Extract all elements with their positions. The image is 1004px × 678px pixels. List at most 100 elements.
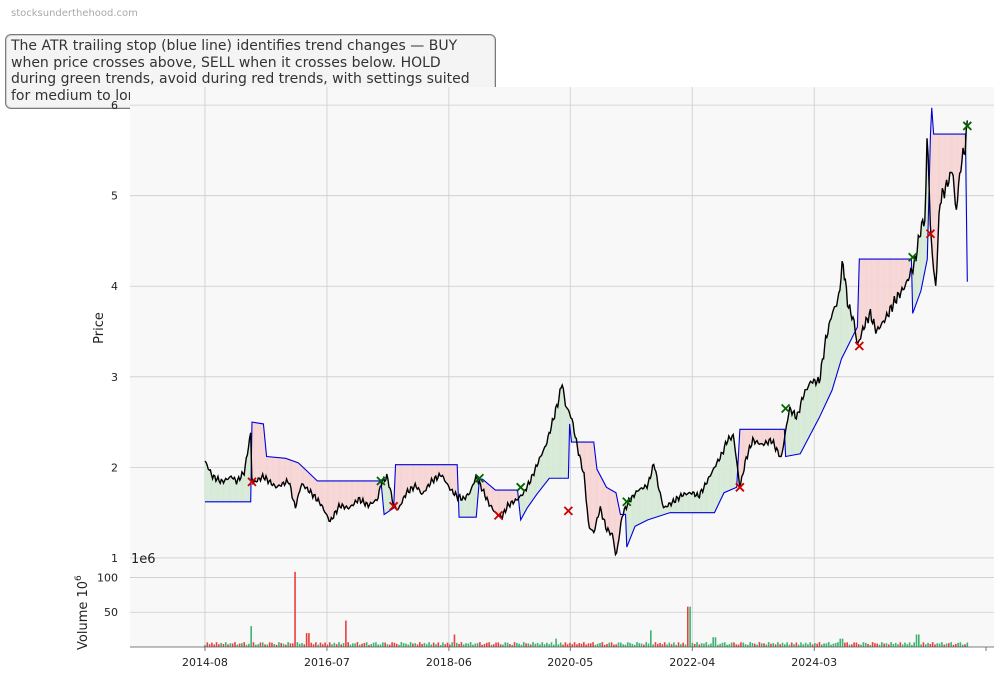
- downtrend-fill: [495, 490, 497, 514]
- volume-bar: [710, 643, 712, 647]
- volume-bar: [682, 642, 684, 647]
- uptrend-fill: [208, 468, 210, 502]
- volume-bar: [855, 642, 858, 647]
- downtrend-fill: [271, 456, 273, 486]
- volume-bar: [497, 642, 500, 647]
- volume-bar: [906, 644, 909, 647]
- volume-bar: [527, 643, 530, 647]
- volume-bar: [814, 643, 816, 647]
- downtrend-fill: [453, 464, 455, 496]
- volume-bar: [890, 642, 892, 647]
- volume-bar: [419, 642, 421, 647]
- uptrend-fill: [793, 410, 795, 456]
- uptrend-fill: [467, 493, 469, 518]
- downtrend-fill: [603, 481, 605, 521]
- uptrend-fill: [246, 454, 248, 502]
- downtrend-fill: [933, 132, 935, 277]
- downtrend-fill: [305, 469, 307, 489]
- uptrend-fill: [206, 462, 208, 502]
- volume-bar: [883, 643, 885, 647]
- volume-bar: [467, 643, 470, 647]
- volume-bar: [250, 626, 252, 647]
- downtrend-fill: [887, 259, 889, 317]
- volume-bar: [957, 642, 959, 647]
- uptrend-fill: [826, 333, 828, 402]
- volume-bar: [534, 643, 537, 647]
- downtrend-fill: [342, 480, 344, 506]
- volume-bar: [927, 642, 929, 647]
- uptrend-fill: [549, 432, 551, 479]
- downtrend-fill: [408, 464, 410, 493]
- price-tick-label: 2: [111, 461, 118, 474]
- price-tick-label: 5: [111, 190, 118, 203]
- uptrend-fill: [564, 397, 566, 479]
- downtrend-fill: [489, 484, 491, 507]
- x-tick-label: 2016-07: [304, 656, 350, 669]
- volume-bar: [753, 643, 756, 647]
- volume-bar: [310, 642, 313, 647]
- volume-bar: [751, 642, 754, 647]
- volume-bar: [208, 644, 211, 647]
- volume-bar: [661, 644, 664, 647]
- volume-bar: [689, 606, 691, 647]
- uptrend-fill: [542, 449, 544, 487]
- uptrend-fill: [637, 490, 639, 526]
- uptrend-fill: [805, 389, 807, 445]
- uptrend-fill: [802, 395, 804, 449]
- volume-bar: [476, 643, 479, 647]
- volume-bar: [610, 642, 613, 647]
- volume-bar: [578, 643, 581, 647]
- volume-bar: [922, 642, 925, 647]
- volume-bar: [354, 643, 356, 647]
- volume-bar: [696, 642, 698, 647]
- uptrend-fill: [472, 483, 474, 518]
- downtrend-fill: [370, 480, 372, 504]
- uptrend-fill: [243, 473, 245, 502]
- uptrend-fill: [473, 479, 476, 518]
- uptrend-fill: [635, 490, 637, 527]
- volume-bar: [536, 643, 539, 647]
- downtrend-fill: [499, 490, 501, 516]
- downtrend-fill: [345, 480, 347, 507]
- volume-bar: [571, 644, 574, 647]
- volume-bar: [779, 644, 781, 647]
- volume-bar: [421, 643, 423, 647]
- volume-bar: [673, 642, 675, 647]
- uptrend-fill: [923, 220, 925, 277]
- volume-bar: [786, 642, 788, 647]
- volume-bar: [557, 644, 560, 647]
- downtrend-fill: [258, 423, 260, 479]
- uptrend-fill: [556, 404, 558, 479]
- volume-bar: [241, 643, 243, 647]
- uptrend-fill: [838, 290, 840, 368]
- volume-bar: [790, 642, 793, 647]
- volume-bar: [781, 642, 784, 647]
- downtrend-fill: [490, 485, 492, 506]
- volume-bar: [495, 642, 497, 647]
- volume-bar: [465, 643, 467, 647]
- downtrend-fill: [589, 442, 591, 530]
- downtrend-fill: [274, 457, 276, 488]
- downtrend-fill: [597, 469, 599, 519]
- volume-bar: [844, 642, 846, 647]
- volume-bar: [273, 644, 276, 647]
- uptrend-fill: [686, 493, 688, 513]
- volume-bar: [834, 642, 837, 647]
- volume-bar: [506, 642, 509, 647]
- downtrend-fill: [334, 480, 336, 512]
- downtrend-fill: [332, 480, 334, 519]
- downtrend-fill: [277, 457, 280, 487]
- uptrend-fill: [543, 446, 545, 486]
- uptrend-fill: [921, 219, 923, 288]
- uptrend-fill: [226, 479, 228, 502]
- downtrend-fill: [348, 480, 350, 509]
- x-tick-label: 2014-08: [182, 656, 228, 669]
- volume-bar: [599, 642, 601, 647]
- uptrend-fill: [654, 469, 656, 518]
- downtrend-fill: [496, 490, 498, 516]
- volume-bar: [271, 642, 273, 647]
- downtrend-fill: [934, 134, 936, 286]
- uptrend-fill: [711, 470, 713, 513]
- volume-bar: [312, 644, 315, 647]
- uptrend-fill: [716, 459, 718, 508]
